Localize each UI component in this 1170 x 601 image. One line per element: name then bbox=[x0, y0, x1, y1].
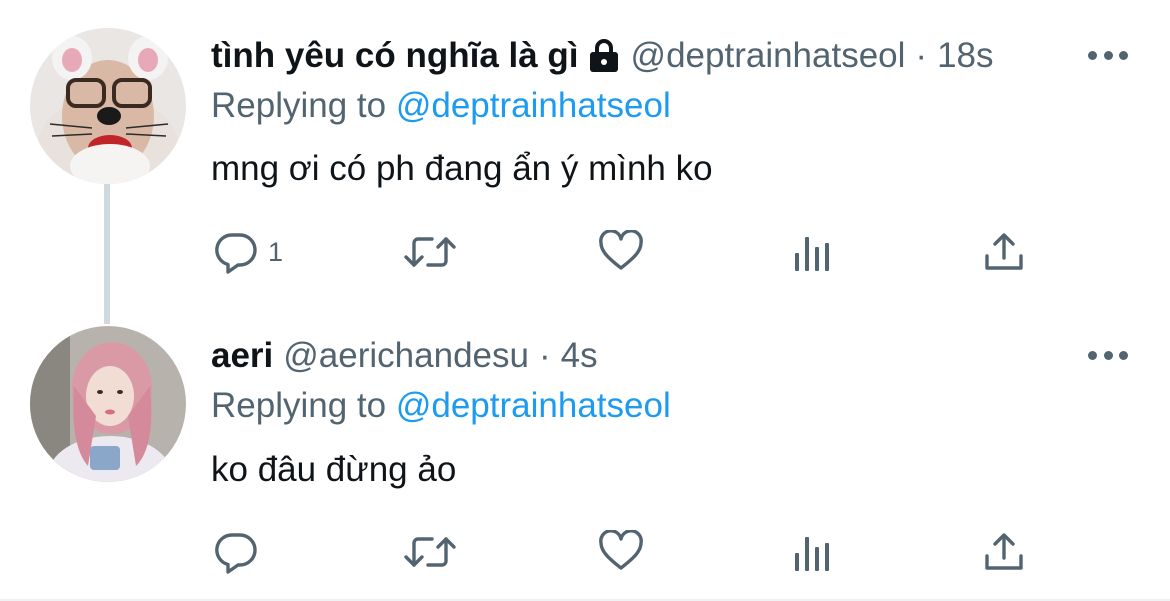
more-icon[interactable] bbox=[1088, 345, 1128, 365]
tweet-text: mng ơi có ph đang ẩn ý mình ko bbox=[211, 149, 713, 188]
share-icon bbox=[985, 233, 1023, 270]
tweet-header-1: tình yêu có nghĩa là gì @deptrainhatseol… bbox=[211, 36, 994, 76]
tweet-text: ko đâu đừng ảo bbox=[211, 450, 457, 489]
reply-count: 1 bbox=[268, 236, 284, 267]
avatar-tweet-1[interactable] bbox=[30, 28, 186, 184]
lock-icon bbox=[587, 38, 621, 74]
replying-prefix: Replying to bbox=[211, 386, 387, 425]
timestamp[interactable]: 18s bbox=[937, 36, 993, 76]
avatar-tweet-2[interactable] bbox=[30, 326, 186, 482]
more-icon[interactable] bbox=[1088, 45, 1128, 65]
separator-dot: · bbox=[538, 336, 551, 375]
analytics-button[interactable] bbox=[793, 533, 833, 573]
replying-to-line: Replying to @deptrainhatseol bbox=[211, 386, 671, 426]
avatar-image-1 bbox=[30, 28, 186, 184]
reply-button[interactable] bbox=[214, 530, 268, 574]
like-button[interactable] bbox=[598, 530, 644, 572]
share-icon bbox=[985, 533, 1023, 570]
analytics-icon bbox=[795, 237, 829, 271]
replying-prefix: Replying to bbox=[211, 86, 387, 125]
tweet-header-2: aeri @aerichandesu · 4s bbox=[211, 336, 598, 376]
display-name[interactable]: aeri bbox=[211, 336, 273, 376]
like-button[interactable] bbox=[598, 230, 644, 272]
retweet-icon bbox=[404, 237, 456, 267]
reply-icon bbox=[215, 533, 257, 574]
replying-handle-link[interactable]: @deptrainhatseol bbox=[396, 386, 671, 425]
retweet-icon bbox=[404, 537, 456, 567]
thread-connector-line bbox=[104, 184, 110, 324]
replying-to-line: Replying to @deptrainhatseol bbox=[211, 86, 671, 126]
retweet-button[interactable] bbox=[402, 231, 458, 273]
user-handle[interactable]: @aerichandesu bbox=[283, 336, 529, 376]
share-button[interactable] bbox=[983, 232, 1025, 272]
share-button[interactable] bbox=[983, 532, 1025, 572]
separator-dot: · bbox=[915, 36, 928, 75]
reply-button[interactable]: 1 bbox=[214, 230, 283, 274]
display-name[interactable]: tình yêu có nghĩa là gì bbox=[211, 36, 579, 76]
analytics-icon bbox=[795, 537, 829, 571]
timestamp[interactable]: 4s bbox=[561, 336, 598, 376]
user-handle[interactable]: @deptrainhatseol bbox=[631, 36, 906, 76]
replying-handle-link[interactable]: @deptrainhatseol bbox=[396, 86, 671, 125]
analytics-button[interactable] bbox=[793, 233, 833, 273]
reply-icon bbox=[215, 233, 257, 274]
like-icon bbox=[599, 530, 643, 570]
retweet-button[interactable] bbox=[402, 531, 458, 573]
like-icon bbox=[599, 230, 643, 270]
avatar-image-2 bbox=[30, 326, 186, 482]
